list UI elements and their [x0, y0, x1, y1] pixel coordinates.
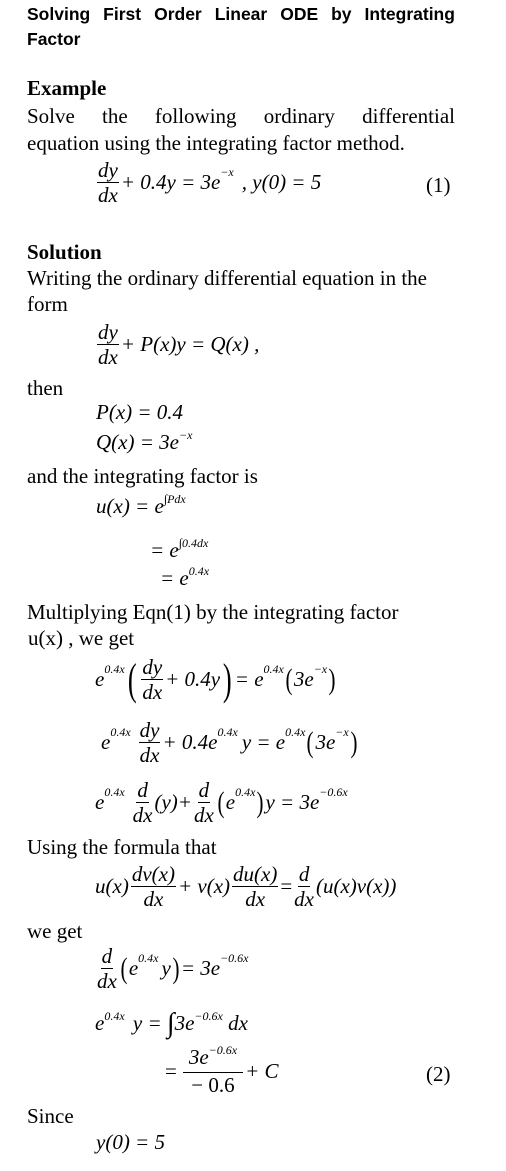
multiplied-equation-1: e 0.4x ( dy dx + 0.4y ) = e 0.4x (3e −x): [95, 654, 336, 704]
p-equation: P(x) = 0.4: [96, 400, 184, 424]
we-get-text: we get: [27, 919, 83, 943]
title-word: First: [103, 4, 142, 24]
solution-heading: Solution: [27, 240, 102, 264]
product-rule-formula: u(x) dv(x) dx + v(x) du(x) dx = d dx (u(…: [95, 862, 397, 911]
word: differential: [362, 104, 455, 128]
equation-1: dy dx + 0.4y = 3e −x , y(0) = 5: [97, 158, 322, 207]
standard-form-equation: dy dx + P(x)y = Q(x) ,: [97, 320, 260, 369]
word: following: [154, 104, 237, 128]
formula-text: Using the formula that: [27, 835, 217, 859]
since-text: Since: [27, 1104, 74, 1128]
word: ordinary: [263, 104, 335, 128]
solution-text-line-2: form: [27, 292, 68, 316]
derivative-fraction: dy dx: [97, 158, 119, 207]
multiply-text-line-2: u(x) , we get: [28, 626, 135, 650]
integrating-factor-text: and the integrating factor is: [27, 464, 258, 488]
u-equation-2: = e∫0.4dx: [150, 536, 209, 562]
multiplied-equation-3: e 0.4x d dx (y)+ d dx (e 0.4x) y = 3e −0.6x: [95, 778, 348, 827]
u-equation-3: = e0.4x: [160, 564, 210, 590]
equation-number-1: (1): [426, 173, 451, 197]
word: Solve: [27, 104, 75, 128]
title-word: Linear: [214, 4, 268, 24]
q-equation: Q(x) = 3e−x: [96, 428, 193, 454]
title-word: ODE: [280, 4, 319, 24]
example-heading: Example: [27, 76, 107, 100]
integral-sign: ∫: [166, 1008, 175, 1039]
document-title-line-1: Solving First Order Linear ODE by Integr…: [27, 2, 455, 27]
title-word: Order: [154, 4, 202, 24]
u-equation-1: u(x) = e∫Pdx: [96, 492, 186, 518]
title-word: Integrating: [364, 4, 455, 24]
equation-number-2: (2): [426, 1062, 451, 1086]
initial-condition: y(0) = 5: [96, 1130, 165, 1154]
title-word: by: [331, 4, 352, 24]
result-equation-3: = 3e−0.6x − 0.6 + C: [165, 1043, 279, 1097]
multiplied-equation-2: e 0.4x dy dx + 0.4e 0.4x y = e 0.4x (3e −x): [101, 718, 358, 767]
then-text: then: [27, 376, 64, 400]
word: the: [102, 104, 128, 128]
solution-text-line-1: Writing the ordinary differential equati…: [27, 266, 427, 290]
example-text-line-2: equation using the integrating factor me…: [27, 131, 405, 155]
multiply-text-line-1: Multiplying Eqn(1) by the integrating fa…: [27, 600, 399, 624]
result-equation-1: d dx (e 0.4x y) = 3e −0.6x: [97, 944, 249, 993]
document-title-line-2: Factor: [27, 29, 81, 49]
example-text-line-1: Solve the following ordinary differentia…: [27, 103, 455, 129]
title-word: Solving: [27, 4, 91, 24]
result-equation-2: e0.4x y = ∫3e−0.6x dx: [95, 1008, 248, 1039]
